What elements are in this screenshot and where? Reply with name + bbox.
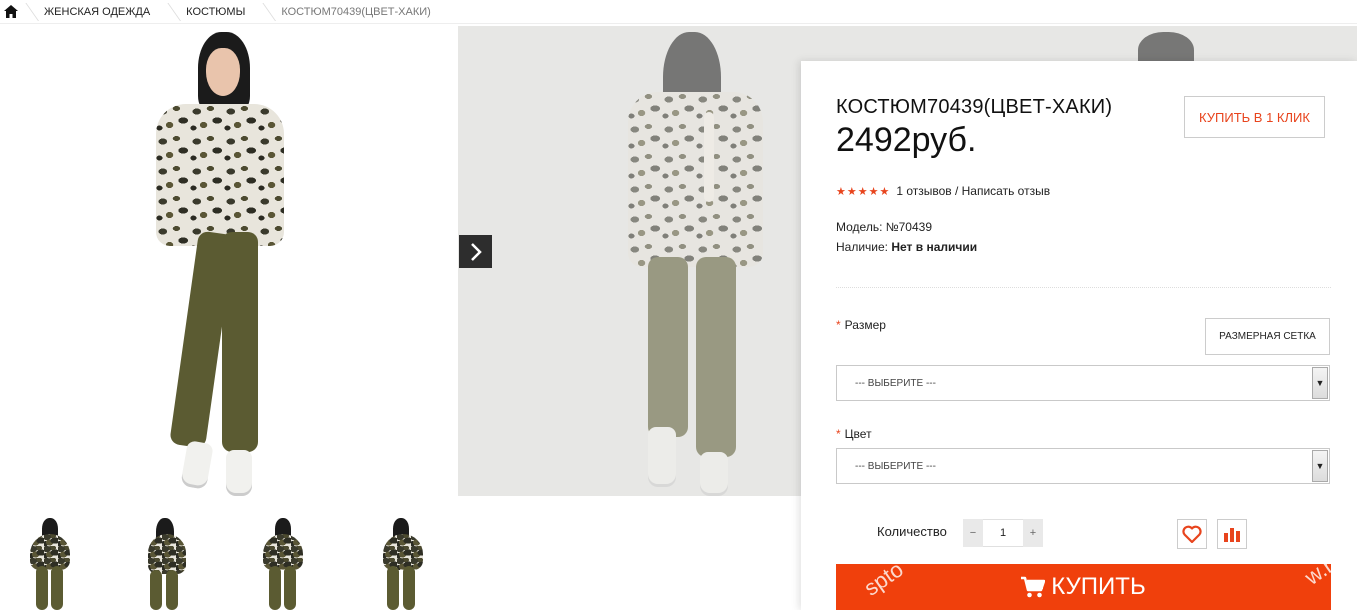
cart-icon bbox=[1021, 576, 1046, 598]
color-label: * Цвет bbox=[836, 427, 872, 441]
chevron-down-icon[interactable]: ▼ bbox=[1312, 450, 1328, 482]
model-front bbox=[150, 32, 290, 496]
product-price: 2492руб. bbox=[836, 121, 977, 159]
breadcrumb-womens-clothing[interactable]: ЖЕНСКАЯ ОДЕЖДА bbox=[22, 0, 164, 24]
availability-label: Наличие: bbox=[836, 240, 889, 254]
breadcrumb-suits[interactable]: КОСТЮМЫ bbox=[164, 0, 259, 24]
thumbnail-2[interactable] bbox=[120, 512, 210, 610]
chevron-down-icon[interactable]: ▼ bbox=[1312, 367, 1328, 399]
availability-value: Нет в наличии bbox=[891, 240, 978, 254]
bar-chart-icon bbox=[1224, 528, 1240, 542]
thumbnail-1[interactable] bbox=[4, 512, 94, 610]
thumbnail-4[interactable] bbox=[355, 512, 445, 610]
product-info-card: КОСТЮМ70439(ЦВЕТ-ХАКИ) 2492руб. КУПИТЬ В… bbox=[801, 61, 1357, 610]
buy-label: КУПИТЬ bbox=[1051, 573, 1146, 600]
size-select-value: --- ВЫБЕРИТЕ --- bbox=[855, 377, 936, 389]
rating-stars-icon: ★★★★★ bbox=[836, 185, 891, 198]
model-row: Модель: №70439 bbox=[836, 220, 932, 234]
buy-button[interactable]: КУПИТЬ bbox=[836, 564, 1331, 610]
product-page: ЖЕНСКАЯ ОДЕЖДА КОСТЮМЫ КОСТЮМ70439(ЦВЕТ-… bbox=[0, 0, 1357, 610]
wishlist-button[interactable] bbox=[1177, 519, 1207, 549]
quantity-label: Количество bbox=[877, 524, 947, 539]
rating-row: ★★★★★ 1 отзывов / Написать отзыв bbox=[836, 184, 1050, 198]
breadcrumb: ЖЕНСКАЯ ОДЕЖДА КОСТЮМЫ КОСТЮМ70439(ЦВЕТ-… bbox=[0, 0, 1357, 24]
size-label: * Размер bbox=[836, 318, 886, 332]
color-select[interactable]: --- ВЫБЕРИТЕ --- ▼ bbox=[836, 448, 1330, 484]
main-product-photo[interactable] bbox=[0, 26, 458, 496]
gallery-next-button[interactable] bbox=[459, 235, 492, 268]
model-value: №70439 bbox=[885, 220, 932, 234]
quantity-minus-button[interactable]: − bbox=[963, 519, 983, 547]
quantity-input[interactable]: 1 bbox=[983, 519, 1023, 547]
reviews-link[interactable]: 1 отзывов / Написать отзыв bbox=[896, 184, 1050, 198]
thumbnail-3[interactable] bbox=[237, 512, 327, 610]
size-select[interactable]: --- ВЫБЕРИТЕ --- ▼ bbox=[836, 365, 1330, 401]
quantity-stepper: − 1 + bbox=[963, 519, 1043, 547]
quantity-plus-button[interactable]: + bbox=[1023, 519, 1043, 547]
size-chart-button[interactable]: РАЗМЕРНАЯ СЕТКА bbox=[1205, 318, 1330, 355]
product-title: КОСТЮМ70439(ЦВЕТ-ХАКИ) bbox=[836, 96, 1113, 118]
buy-one-click-button[interactable]: КУПИТЬ В 1 КЛИК bbox=[1184, 96, 1325, 138]
availability-row: Наличие: Нет в наличии bbox=[836, 240, 977, 254]
thumbnail-strip bbox=[0, 512, 460, 610]
color-select-value: --- ВЫБЕРИТЕ --- bbox=[855, 460, 936, 472]
compare-button[interactable] bbox=[1217, 519, 1247, 549]
breadcrumb-current-product: КОСТЮМ70439(ЦВЕТ-ХАКИ) bbox=[259, 0, 445, 24]
model-back bbox=[608, 32, 778, 496]
chevron-right-icon bbox=[470, 242, 482, 261]
heart-icon bbox=[1182, 525, 1202, 543]
divider bbox=[836, 287, 1331, 288]
model-label: Модель: bbox=[836, 220, 883, 234]
